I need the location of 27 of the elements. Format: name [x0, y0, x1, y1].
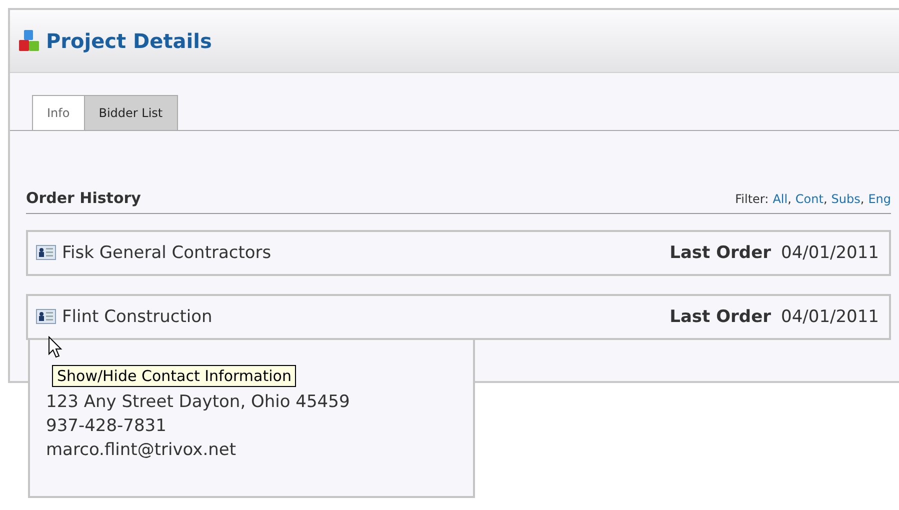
order-row[interactable]: Flint Construction Last Order 04/01/2011 — [26, 294, 891, 340]
filter-link[interactable]: Eng — [868, 192, 891, 206]
contact-card-icon[interactable] — [36, 245, 56, 261]
tab[interactable]: Info — [32, 95, 85, 130]
last-order-date: 04/01/2011 — [781, 307, 879, 327]
section-title: Order History — [26, 189, 141, 207]
order-row[interactable]: Fisk General Contractors Last Order 04/01/2011 — [26, 230, 891, 276]
contact-line: marco.flint@trivox.net — [46, 439, 237, 462]
contact-line: 937-428-7831 — [46, 415, 168, 438]
filter-label: Filter: — [735, 192, 769, 206]
contractor-name: Fisk General Contractors — [62, 243, 272, 263]
separator: , — [823, 192, 828, 206]
filter-link[interactable]: Cont — [795, 192, 824, 206]
window-title: Project Details — [46, 29, 212, 53]
contractor-name: Flint Construction — [62, 307, 212, 327]
tab[interactable]: Bidder List — [84, 95, 178, 130]
contact-line: 123 Any Street Dayton, Ohio 45459 — [46, 391, 351, 414]
last-order-label: Last Order — [670, 243, 772, 263]
tooltip: Show/Hide Contact Information — [52, 365, 296, 387]
filter-link[interactable]: Subs — [831, 192, 860, 206]
blocks-icon — [18, 29, 40, 53]
contact-card-icon[interactable] — [36, 309, 56, 325]
separator: , — [788, 192, 792, 206]
last-order-date: 04/01/2011 — [781, 243, 879, 263]
separator: , — [860, 192, 864, 206]
filter-link[interactable]: All — [772, 192, 788, 206]
last-order-label: Last Order — [670, 307, 772, 327]
